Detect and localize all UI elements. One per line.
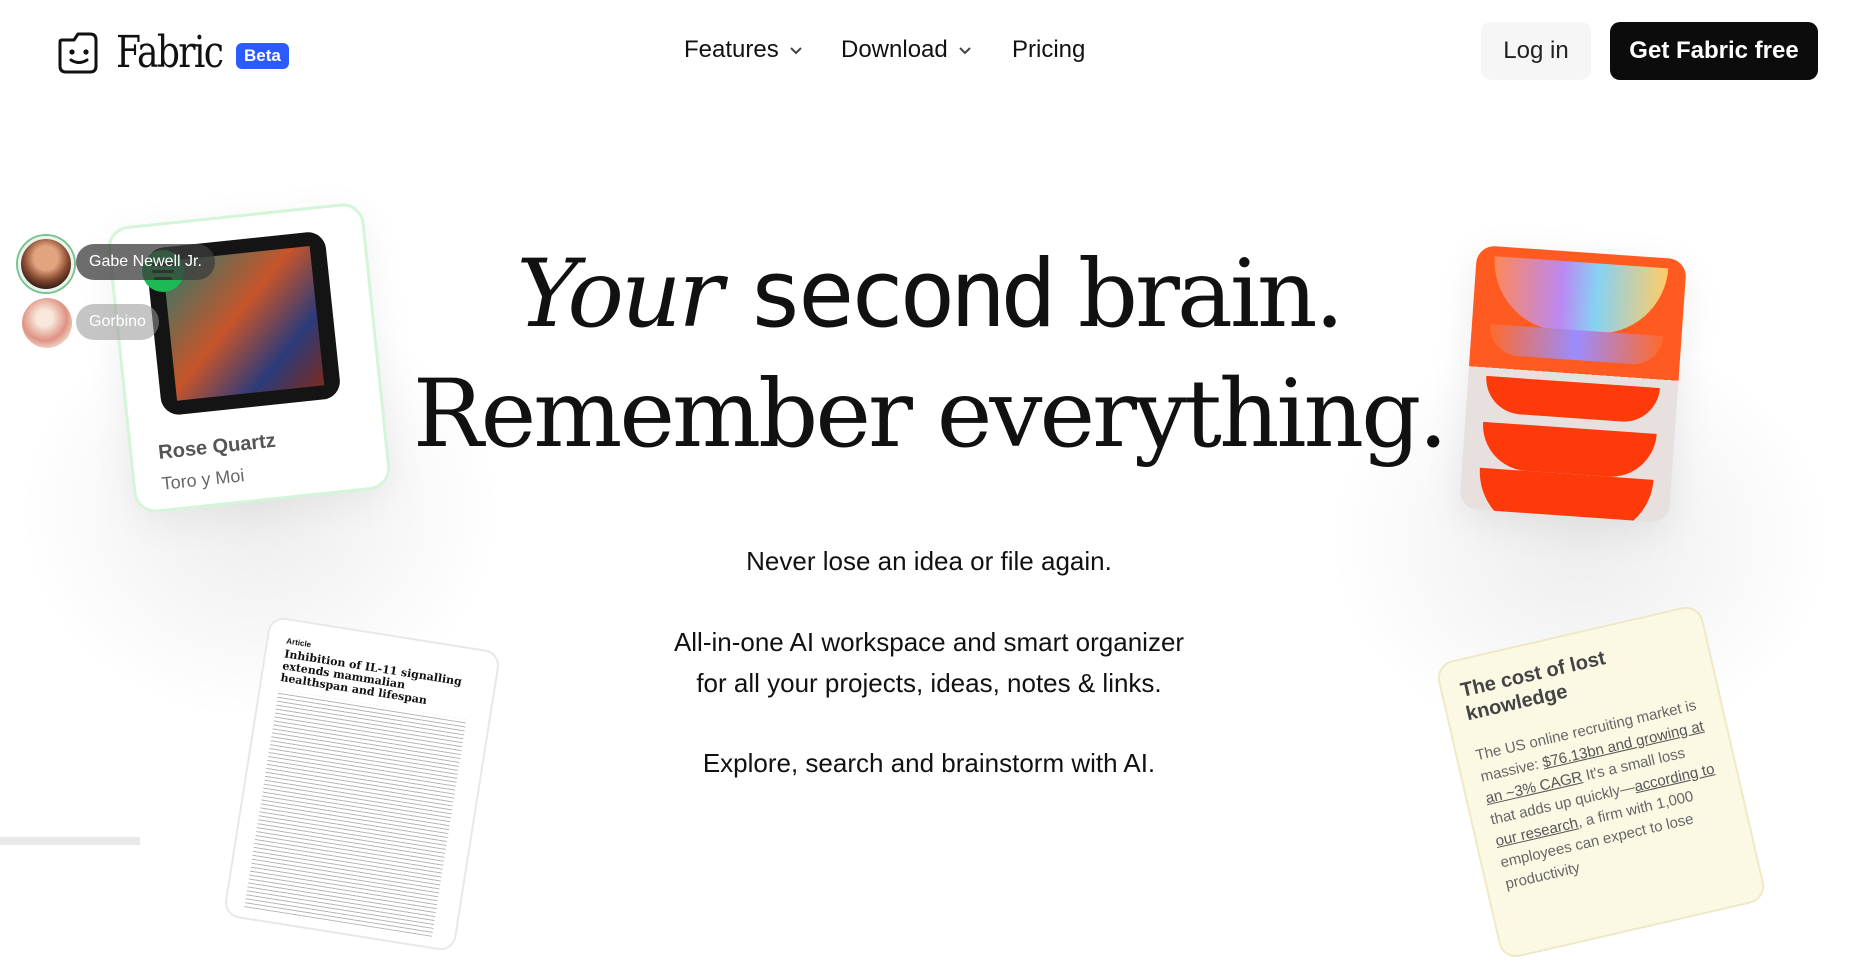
nav-download-label: Download: [841, 36, 948, 63]
hero-word-your: Your: [516, 240, 724, 349]
beta-badge: Beta: [236, 43, 289, 69]
hero-word-brain: brain.: [1077, 240, 1345, 349]
nav-pricing-label: Pricing: [1012, 36, 1086, 63]
nav-pricing[interactable]: Pricing: [1012, 36, 1085, 64]
note-body: The US online recruiting market is massi…: [1474, 696, 1717, 893]
collaborator-name-tag: Gorbino: [76, 304, 159, 340]
chevron-down-icon: [790, 47, 802, 55]
research-paper-card[interactable]: Article Inhibition of IL-11 signalling e…: [222, 615, 502, 953]
avatar: [22, 298, 72, 348]
login-button[interactable]: Log in: [1481, 22, 1591, 80]
hero-word-second: second: [747, 240, 1057, 349]
collaborator-name-tag: Gabe Newell Jr.: [76, 244, 215, 280]
fabric-logo-icon: [58, 32, 98, 74]
artwork-card[interactable]: [1459, 244, 1687, 524]
avatar: [18, 236, 74, 292]
nav-download[interactable]: Download: [841, 36, 972, 64]
album-artist: Toro y Moi: [160, 465, 246, 494]
chevron-down-icon: [959, 47, 971, 55]
album-title: Rose Quartz: [157, 429, 277, 464]
hero-subtitle: Never lose an idea or file again.: [746, 546, 1112, 576]
get-fabric-free-button[interactable]: Get Fabric free: [1610, 22, 1818, 80]
bottom-bar: [0, 837, 140, 845]
logo[interactable]: Fabric: [56, 30, 246, 76]
nav-features[interactable]: Features: [684, 36, 803, 64]
paper-body-text: [244, 689, 467, 937]
nav-features-label: Features: [684, 36, 779, 63]
top-nav: Fabric Beta Features Download Pricing Lo…: [0, 0, 1858, 104]
logo-wordmark: Fabric: [116, 27, 224, 78]
